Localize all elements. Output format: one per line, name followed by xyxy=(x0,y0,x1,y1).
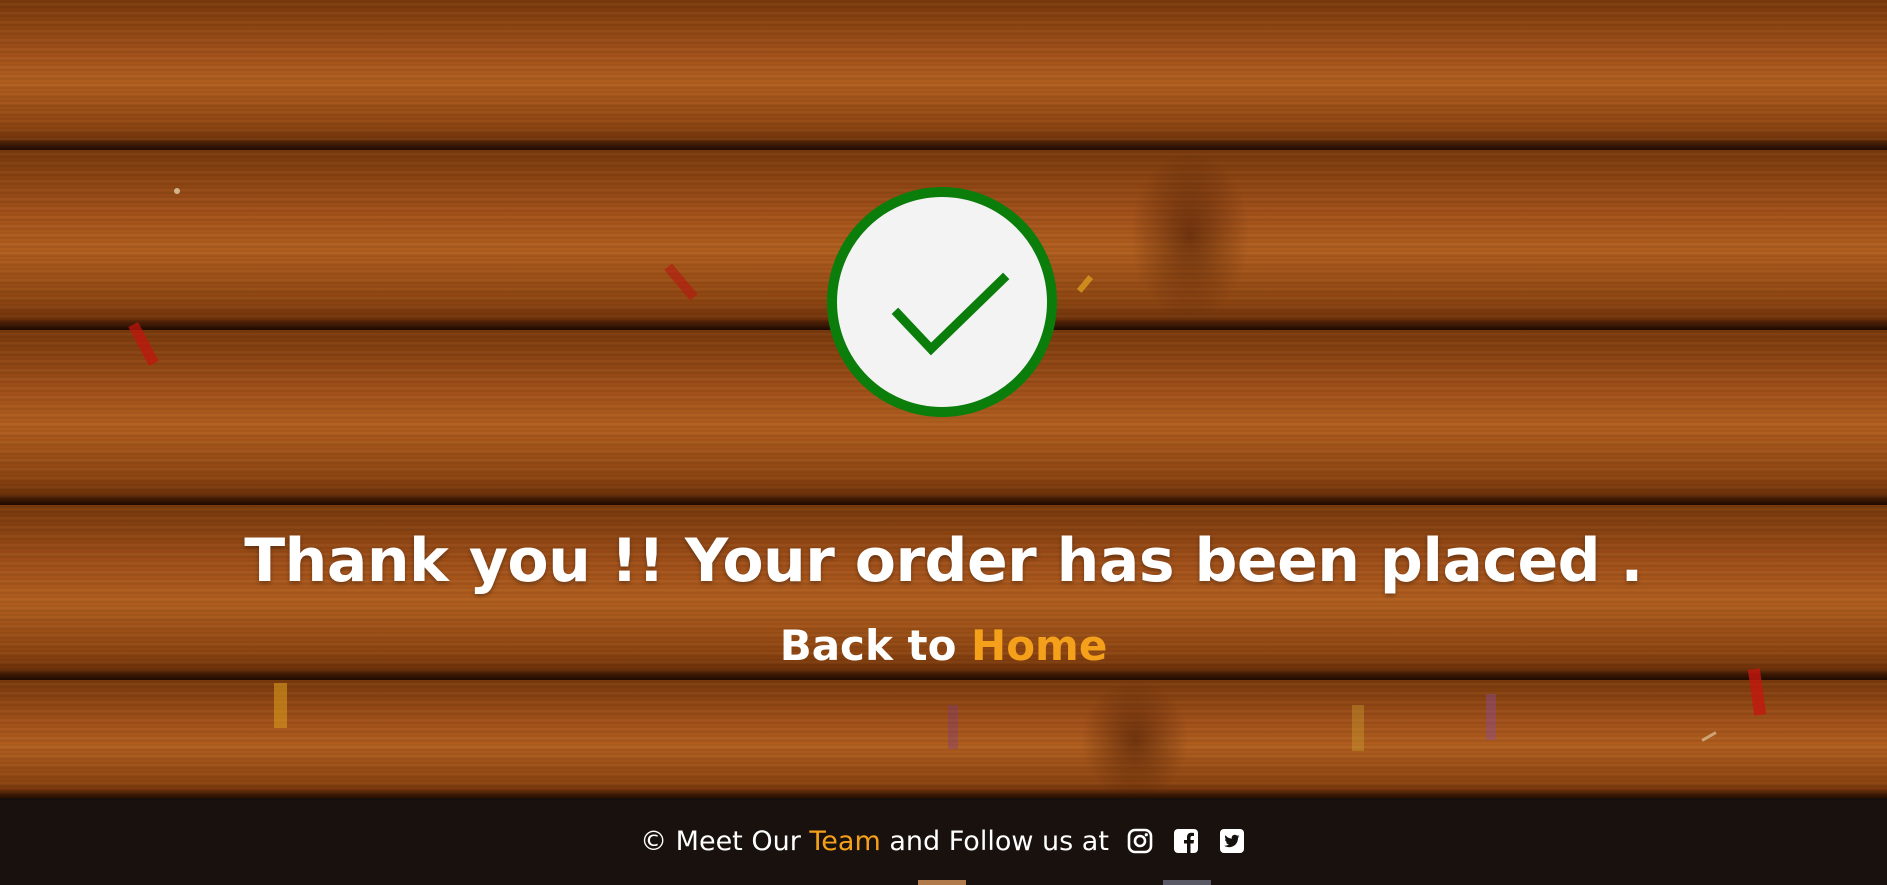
confetti-piece xyxy=(174,188,180,194)
wood-plank xyxy=(0,0,1887,150)
confetti-piece xyxy=(1352,705,1364,751)
facebook-icon[interactable] xyxy=(1171,826,1201,856)
twitter-icon[interactable] xyxy=(1217,826,1247,856)
copyright-text: © Meet Our xyxy=(640,825,810,857)
order-confirmation-page: Thank you !! Your order has been placed … xyxy=(0,0,1887,885)
bottom-tab-indicator xyxy=(1163,880,1211,885)
confetti-piece xyxy=(1486,694,1496,740)
team-link[interactable]: Team xyxy=(809,826,880,857)
wood-knot xyxy=(1080,680,1190,800)
instagram-icon[interactable] xyxy=(1125,826,1155,856)
success-check-icon xyxy=(827,187,1057,417)
wood-knot xyxy=(1130,150,1250,320)
back-prefix-text: Back to xyxy=(779,621,972,670)
follow-text: and Follow us at xyxy=(880,825,1109,857)
bottom-tab-indicator xyxy=(918,880,966,885)
home-link[interactable]: Home xyxy=(971,621,1107,670)
confetti-piece xyxy=(948,705,958,749)
footer-content: © Meet Our Team and Follow us at xyxy=(0,821,1887,861)
back-to-home: Back to Home xyxy=(0,620,1887,672)
checkmark-icon xyxy=(891,272,1010,356)
page-title: Thank you !! Your order has been placed … xyxy=(244,526,1643,596)
confetti-piece xyxy=(274,683,287,728)
